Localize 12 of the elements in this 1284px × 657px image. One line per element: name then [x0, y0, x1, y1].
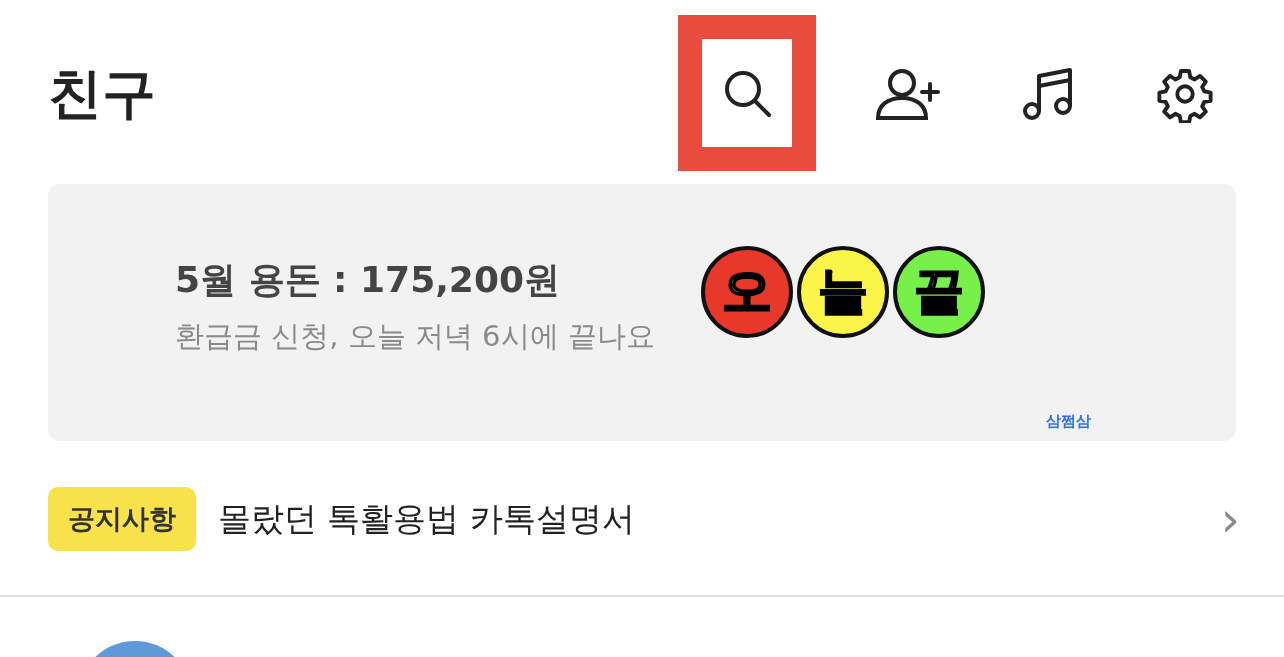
banner-subtitle: 환급금 신청, 오늘 저녁 6시에 끝나요	[175, 318, 655, 355]
ad-banner[interactable]: 5월 용돈 : 175,200원 환급금 신청, 오늘 저녁 6시에 끝나요 오 늘 끝 삼쩜삼	[48, 184, 1236, 441]
banner-title: 5월 용돈 : 175,200원	[175, 258, 561, 302]
notice-tag: 공지사항	[48, 487, 196, 551]
add-person-icon	[874, 66, 940, 122]
letter-badge: 끝	[892, 245, 985, 338]
page-title: 친구	[48, 60, 156, 127]
letter-badge: 오	[700, 245, 793, 338]
chevron-icon[interactable]: ›	[1220, 491, 1240, 547]
notice-text[interactable]: 몰랐던 톡활용법 카톡설명서	[218, 496, 1221, 542]
letter-badge: 늘	[796, 245, 889, 338]
brand-logo: 삼쩜삼	[1046, 412, 1091, 431]
